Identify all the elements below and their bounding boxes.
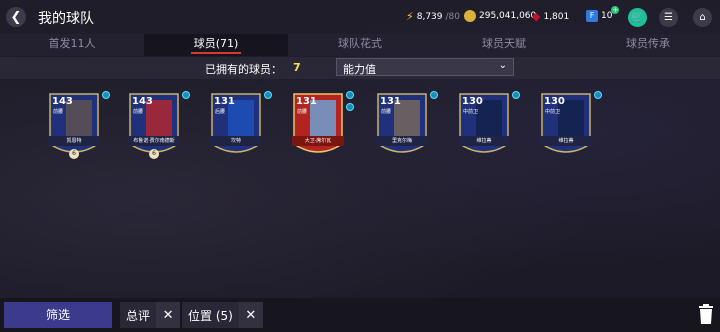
player-name: 维拉蒂	[458, 136, 510, 146]
back-button[interactable]: ❮	[6, 7, 26, 27]
sort-dropdown[interactable]: 能力值 ⌄	[336, 58, 514, 76]
fifa-points-icon: F	[586, 10, 598, 22]
upgrade-level: 6	[69, 149, 79, 159]
player-card[interactable]: 130 中前卫	[456, 90, 512, 158]
player-name: 大卫·席尔瓦	[292, 136, 344, 146]
player-name: 维拉蒂	[540, 136, 592, 146]
coin-icon	[464, 10, 476, 22]
shop-button[interactable]: 🛒	[628, 8, 647, 27]
upgrade-badge	[264, 91, 272, 99]
player-card[interactable]: 131 前腰	[374, 90, 430, 158]
filter-chip-overall: 总评 ✕	[120, 302, 181, 328]
shop-cart-icon: 🛒	[631, 12, 644, 23]
player-card[interactable]: 131 后腰	[208, 90, 264, 158]
player-name: 坎特	[210, 136, 262, 146]
tab-player-legacy[interactable]: 球员传承	[576, 34, 720, 56]
close-icon[interactable]: ✕	[156, 302, 181, 328]
tab-starting-11[interactable]: 首发11人	[0, 34, 144, 56]
top-bar: ❮ 我的球队 ⚡ 8,739/80 295,041,060 ◆ 1,801 F …	[0, 0, 720, 34]
upgrade-badge	[182, 91, 190, 99]
bottom-bar: 筛选 总评 ✕ 位置 (5) ✕	[0, 298, 720, 332]
menu-button[interactable]: ☰	[659, 8, 678, 27]
add-icon[interactable]: +	[611, 6, 620, 14]
upgrade-badge	[430, 91, 438, 99]
player-name: 里克尔梅	[376, 136, 428, 146]
page-title: 我的球队	[38, 11, 94, 27]
owned-label: 已拥有的球员：	[205, 63, 282, 76]
filter-row: 已拥有的球员： 7 能力值 ⌄	[0, 57, 720, 79]
tab-players[interactable]: 球员(71)	[144, 34, 288, 56]
gem-icon: ◆	[532, 10, 541, 23]
player-card[interactable]: 131 前腰	[290, 90, 346, 158]
filter-chip-position: 位置 (5) ✕	[182, 302, 263, 328]
player-card[interactable]: 143 前腰	[46, 90, 102, 158]
trash-icon[interactable]	[698, 304, 714, 324]
chevron-down-icon: ⌄	[498, 60, 507, 71]
tab-team-skills[interactable]: 球队花式	[288, 34, 432, 56]
owned-count: 7	[293, 61, 301, 74]
coin-counter: 295,041,060	[464, 10, 536, 22]
upgrade-level: 6	[149, 149, 159, 159]
close-icon[interactable]: ✕	[238, 302, 263, 328]
tab-bar: 首发11人 球员(71) 球队花式 球员天赋 球员传承	[0, 34, 720, 56]
gem-counter: ◆ 1,801	[532, 10, 570, 23]
lightning-icon: ⚡	[406, 10, 414, 23]
upgrade-badge	[512, 91, 520, 99]
tab-player-traits[interactable]: 球员天赋	[432, 34, 576, 56]
home-icon: ⌂	[699, 12, 706, 23]
player-card[interactable]: 130 中前卫	[538, 90, 594, 158]
upgrade-badge	[594, 91, 602, 99]
upgrade-badge	[346, 103, 354, 111]
home-button[interactable]: ⌂	[693, 8, 712, 27]
upgrade-badge	[346, 91, 354, 99]
fifa-points-counter: F 10 +	[586, 6, 623, 22]
sort-value: 能力值	[343, 63, 376, 76]
player-name: 凯恩特	[48, 136, 100, 146]
menu-icon: ☰	[664, 12, 673, 23]
chevron-left-icon: ❮	[10, 9, 22, 25]
player-card[interactable]: 143 前腰	[126, 90, 182, 158]
stamina-counter: ⚡ 8,739/80	[406, 10, 460, 23]
upgrade-badge	[102, 91, 110, 99]
player-name: 布鲁诺·费尔南德斯	[128, 136, 180, 146]
filter-button[interactable]: 筛选	[4, 302, 112, 328]
